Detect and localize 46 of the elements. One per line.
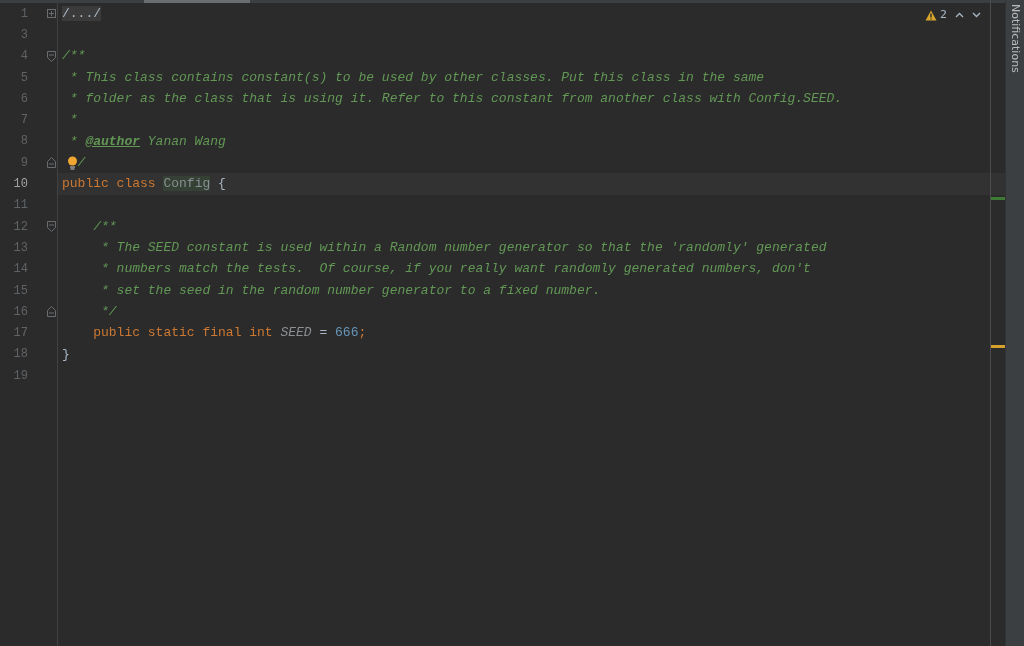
scrollbar-thumb[interactable] [144,0,250,3]
line-number: 12 [12,218,28,236]
code-line: /** [62,47,86,66]
line-number: 16 [12,303,28,321]
notifications-tab[interactable]: Notifications [1006,0,1024,646]
warning-count[interactable]: 2 [940,7,947,24]
line-number: 15 [12,282,28,300]
stripe-marker[interactable] [991,345,1005,348]
code-line: */ [100,303,117,322]
line-number: 14 [12,261,28,279]
line-number: 3 [19,26,28,44]
code-line: /** [92,217,117,236]
stripe-marker[interactable] [991,197,1005,200]
line-number: 19 [12,367,28,385]
line-number: 18 [12,346,28,364]
fold-collapse-icon[interactable] [47,50,56,62]
code-line: * @author Yanan Wang [68,132,226,151]
line-number: 17 [12,325,28,343]
code-line: public static final int SEED = 666; [92,324,367,343]
line-number: 5 [19,69,28,87]
code-line: * The SEED constant is used within a Random number generator so that the 'randomly' generated [100,239,827,258]
chevron-down-icon[interactable] [972,12,981,19]
line-number: 4 [19,48,28,66]
line-number: 11 [12,197,28,215]
line-number: 7 [19,112,28,130]
code-line: } [62,345,70,364]
line-number: 1 [19,5,28,23]
code-line: / [77,153,86,172]
line-number: 8 [19,133,28,151]
fold-expand-icon[interactable] [47,9,56,19]
line-number: 6 [19,90,28,108]
line-number: 10 [12,176,28,193]
fold-collapse-icon[interactable] [47,157,56,169]
line-number: 9 [19,154,28,172]
code-line: * This class contains constant(s) to be used by other classes. Put this class in the same [68,68,765,87]
warning-icon[interactable] [925,9,937,21]
code-line: public class Config { [62,175,226,194]
code-line: * folder as the class that is using it. Refer to this constant from another class with Config.SEED. [68,90,843,109]
code-line: * [68,111,78,130]
fold-collapse-icon[interactable] [47,306,56,318]
code-line: * numbers match the tests. Of course, if you really want randomly generated numbers, don't [100,260,811,279]
code-line: * set the seed in the random number generator to a fixed number. [100,281,601,300]
fold-collapse-icon[interactable] [47,221,56,233]
lightbulb-icon[interactable] [66,155,78,170]
line-number: 13 [12,239,28,257]
chevron-up-icon[interactable] [955,12,964,19]
